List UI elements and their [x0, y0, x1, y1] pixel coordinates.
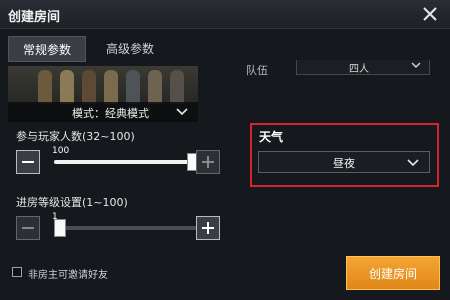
players-slider-fill [54, 160, 199, 164]
weather-select[interactable]: 昼夜 [258, 151, 430, 173]
weather-label: 天气 [259, 130, 284, 144]
character-figure [126, 70, 140, 104]
character-figure [148, 70, 162, 104]
chevron-down-icon [411, 62, 421, 68]
level-increase-button[interactable] [196, 216, 220, 240]
players-value: 100 [52, 146, 70, 156]
minus-icon [22, 227, 34, 229]
level-slider-row: 1 [16, 212, 221, 242]
level-label: 进房等级设置(1~100) [16, 196, 128, 209]
close-icon [423, 7, 437, 21]
level-value: 1 [52, 212, 58, 222]
players-decrease-button[interactable] [16, 150, 40, 174]
character-figure [104, 70, 118, 104]
character-figure [170, 70, 184, 104]
chevron-down-icon [176, 108, 188, 116]
mode-select[interactable]: 模式：经典模式 [8, 102, 198, 122]
plus-icon [202, 222, 214, 234]
team-label: 队伍 [246, 64, 268, 77]
title-bar: 创建房间 [0, 0, 450, 29]
chevron-down-icon [407, 159, 419, 167]
team-select[interactable]: 四人 [296, 60, 430, 75]
players-slider[interactable]: 100 [52, 146, 199, 171]
minus-icon [22, 161, 34, 163]
close-button[interactable] [420, 4, 440, 24]
invite-label: 非房主可邀请好友 [28, 270, 108, 281]
tab-advanced[interactable]: 高级参数 [90, 36, 170, 62]
level-decrease-button[interactable] [16, 216, 40, 240]
tab-general[interactable]: 常规参数 [8, 36, 86, 62]
create-room-dialog: 创建房间 常规参数 高级参数 模式：经典模式 队伍 四人 参与玩家人数(32~1… [0, 0, 450, 300]
players-label: 参与玩家人数(32~100) [16, 130, 135, 143]
mode-banner[interactable]: 模式：经典模式 [8, 66, 198, 122]
dialog-title: 创建房间 [8, 10, 61, 25]
weather-value: 昼夜 [333, 157, 355, 170]
weather-setting: 天气 昼夜 [250, 123, 439, 187]
character-figure [60, 70, 74, 104]
character-figure [38, 70, 52, 104]
players-slider-row: 100 [16, 146, 221, 176]
team-value: 四人 [349, 64, 369, 75]
players-increase-button[interactable] [196, 150, 220, 174]
character-figure [82, 70, 96, 104]
invite-checkbox[interactable] [12, 267, 22, 277]
plus-icon [202, 156, 214, 168]
level-slider[interactable]: 1 [52, 212, 199, 237]
create-room-button[interactable]: 创建房间 [346, 256, 440, 290]
mode-label: 模式：经典模式 [72, 107, 149, 120]
